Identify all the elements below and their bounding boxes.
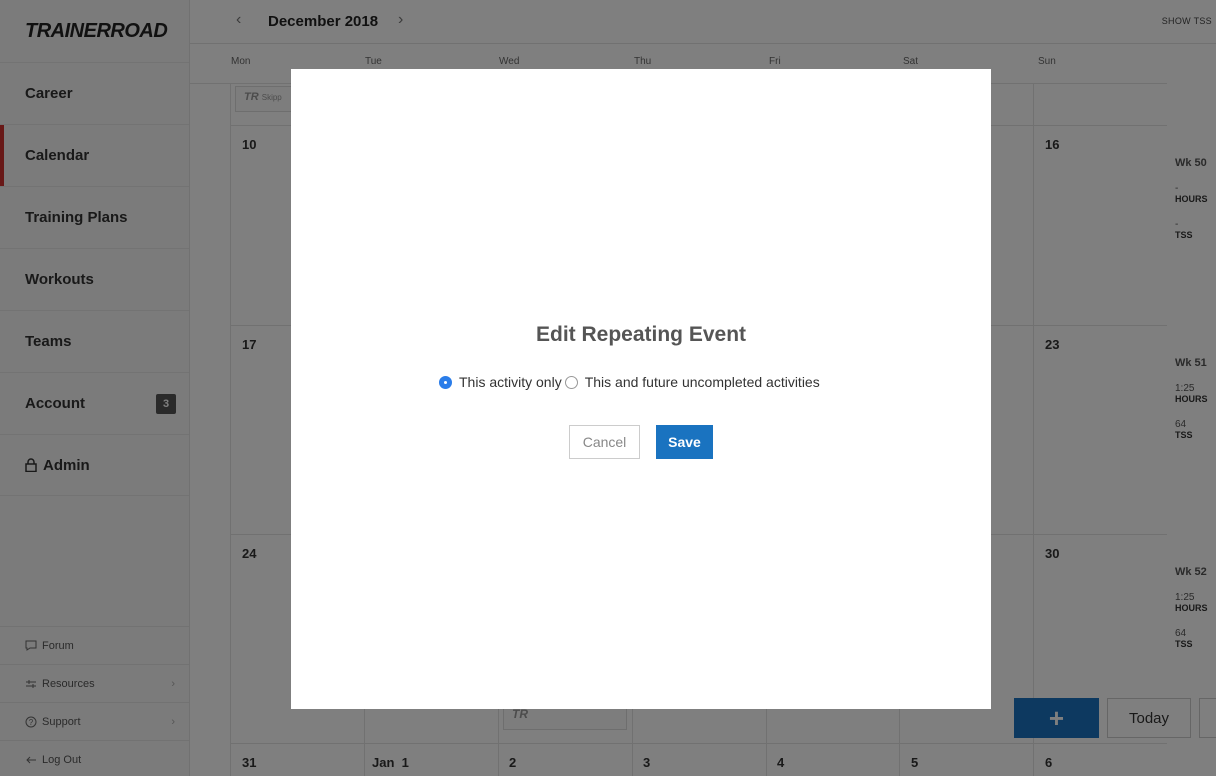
cancel-button[interactable]: Cancel (569, 425, 640, 459)
radio-this-activity-only[interactable] (439, 375, 452, 389)
radio-label-this-activity-only[interactable]: This activity only (459, 374, 562, 390)
repeat-options: This activity only This and future uncom… (439, 374, 820, 390)
radio-this-and-future[interactable] (564, 375, 578, 389)
radio-label-this-and-future[interactable]: This and future uncompleted activities (585, 374, 820, 390)
modal-title: Edit Repeating Event (535, 323, 747, 346)
edit-repeating-event-modal: Edit Repeating Event This activity only … (291, 69, 991, 709)
save-button[interactable]: Save (656, 425, 713, 459)
